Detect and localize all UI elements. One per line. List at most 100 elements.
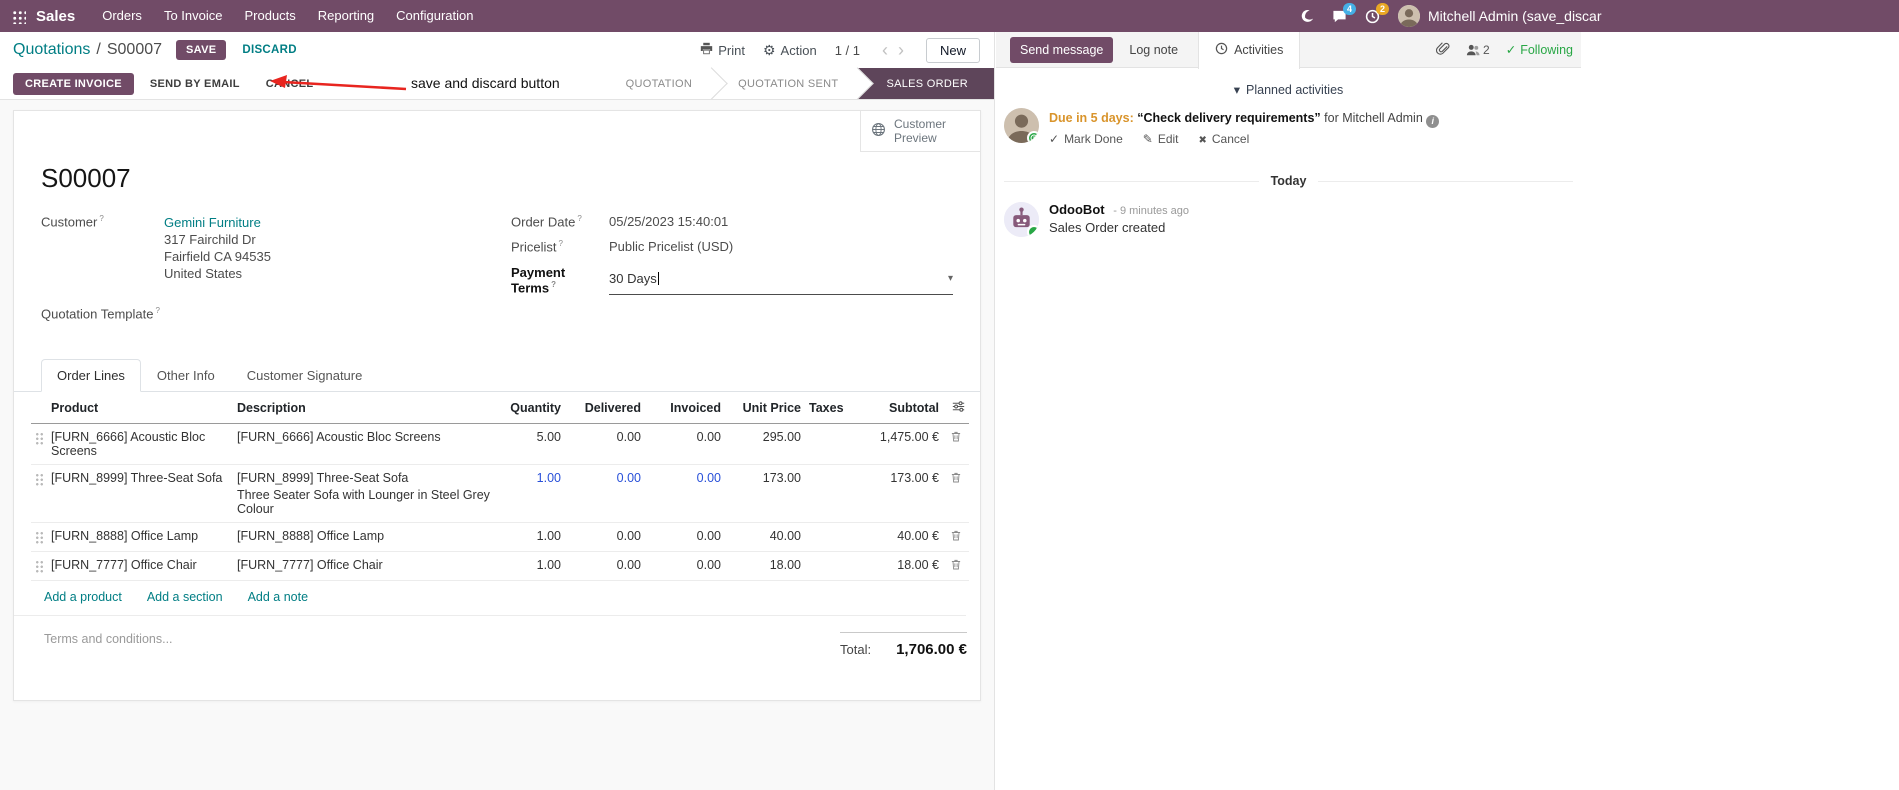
activities-tab[interactable]: Activities [1198,31,1301,69]
drag-handle[interactable] [31,423,47,466]
payment-terms-input[interactable]: 30 Days [609,265,953,295]
field-quotation-template[interactable]: Quotation Template [41,306,511,321]
customer-value[interactable]: Gemini Furniture 317 Fairchild Dr Fairfi… [164,214,271,282]
delete-row-button[interactable] [943,464,969,524]
cell-taxes[interactable] [805,522,865,553]
mark-done-button[interactable]: Mark Done [1049,132,1123,146]
customer-city: Fairfield CA 94535 [164,249,271,264]
add-product-link[interactable]: Add a product [44,590,122,604]
tab-customer-signature[interactable]: Customer Signature [231,359,379,392]
cell-invoiced[interactable]: 0.00 [645,423,725,466]
pager-next-button[interactable] [894,41,908,59]
add-section-link[interactable]: Add a section [147,590,223,604]
header-description: Description [233,392,495,425]
send-message-button[interactable]: Send message [1010,36,1114,63]
tab-order-lines[interactable]: Order Lines [41,359,141,393]
cell-product[interactable]: [FURN_8999] Three-Seat Sofa [47,464,233,524]
print-button[interactable]: Print [700,42,745,58]
header-unit-price: Unit Price [725,392,805,425]
cell-product[interactable]: [FURN_6666] Acoustic Bloc Screens [47,423,233,466]
cell-invoiced[interactable]: 0.00 [645,522,725,553]
delete-row-button[interactable] [943,423,969,466]
menu-orders[interactable]: Orders [91,0,153,32]
cell-product[interactable]: [FURN_7777] Office Chair [47,551,233,582]
followers-button[interactable]: 2 [1466,43,1490,57]
drag-handle[interactable] [31,522,47,553]
cell-quantity[interactable]: 1.00 [495,464,565,524]
activity-summary: “Check delivery requirements” [1137,111,1321,125]
cell-taxes[interactable] [805,551,865,582]
cell-unit-price[interactable]: 173.00 [725,464,805,524]
menu-products[interactable]: Products [233,0,306,32]
pager-previous-button[interactable] [878,41,892,59]
breadcrumb-quotations[interactable]: Quotations [13,41,90,59]
cell-delivered[interactable]: 0.00 [565,551,645,582]
delete-row-button[interactable] [943,522,969,553]
cell-description[interactable]: [FURN_8999] Three-Seat Sofa Three Seater… [233,464,495,524]
cancel-button[interactable]: CANCEL [256,73,324,95]
menu-reporting[interactable]: Reporting [307,0,385,32]
info-icon[interactable] [1426,115,1440,128]
state-sales-order[interactable]: SALES ORDER [858,68,994,99]
cell-invoiced[interactable]: 0.00 [645,464,725,524]
create-invoice-button[interactable]: CREATE INVOICE [13,72,134,95]
cell-unit-price[interactable]: 40.00 [725,522,805,553]
apps-grid-icon[interactable] [11,8,26,24]
terms-conditions-placeholder[interactable]: Terms and conditions... [44,632,173,646]
menu-to-invoice[interactable]: To Invoice [153,0,234,32]
drag-handle[interactable] [31,551,47,582]
cell-unit-price[interactable]: 18.00 [725,551,805,582]
activities-clock-icon[interactable]: 2 [1365,2,1389,24]
edit-activity-button[interactable]: Edit [1143,132,1179,146]
add-note-link[interactable]: Add a note [248,590,308,604]
dark-mode-moon-icon[interactable] [1300,9,1314,23]
tab-other-info[interactable]: Other Info [141,359,231,392]
planned-activities-header[interactable]: Planned activities [996,68,1581,106]
cell-description[interactable]: [FURN_7777] Office Chair [233,551,495,582]
customer-name-link[interactable]: Gemini Furniture [164,214,271,231]
cell-quantity[interactable]: 1.00 [495,522,565,553]
message-header: OdooBot - 9 minutes ago [1049,202,1189,217]
odoobot-online-badge [1027,225,1039,237]
drag-handle[interactable] [31,464,47,524]
save-button[interactable]: SAVE [176,40,227,60]
cell-taxes[interactable] [805,464,865,524]
cell-invoiced[interactable]: 0.00 [645,551,725,582]
customer-preview-button[interactable]: Customer Preview [860,111,980,152]
cell-delivered[interactable]: 0.00 [565,522,645,553]
attach-files-button[interactable] [1435,41,1450,58]
cancel-activity-button[interactable]: Cancel [1199,132,1249,146]
order-date-value[interactable]: 05/25/2023 15:40:01 [609,214,728,229]
top-navbar: Sales Orders To Invoice Products Reporti… [0,0,1899,32]
cell-description[interactable]: [FURN_8888] Office Lamp [233,522,495,553]
message-author[interactable]: OdooBot [1049,202,1105,217]
chevron-down-icon[interactable] [948,273,953,284]
optional-columns-icon[interactable] [943,392,969,425]
new-button[interactable]: New [925,37,980,63]
cell-delivered[interactable]: 0.00 [565,464,645,524]
divider-line [1318,180,1574,182]
state-quotation[interactable]: QUOTATION [609,68,713,99]
delete-row-button[interactable] [943,551,969,582]
discard-button[interactable]: DISCARD [234,40,305,60]
cell-quantity[interactable]: 1.00 [495,551,565,582]
cell-taxes[interactable] [805,423,865,466]
action-button[interactable]: Action [763,42,817,59]
log-note-button[interactable]: Log note [1119,37,1188,63]
activity-line: Due in 5 days: “Check delivery requireme… [1049,110,1440,128]
following-button[interactable]: Following [1506,42,1573,57]
user-menu[interactable]: Mitchell Admin (save_discar [1398,5,1602,27]
state-quotation-sent[interactable]: QUOTATION SENT [712,68,859,99]
cell-product[interactable]: [FURN_8888] Office Lamp [47,522,233,553]
app-title[interactable]: Sales [36,8,75,25]
header-delivered: Delivered [565,392,645,425]
cell-quantity[interactable]: 5.00 [495,423,565,466]
activity-item: Due in 5 days: “Check delivery requireme… [996,106,1581,148]
cell-description[interactable]: [FURN_6666] Acoustic Bloc Screens [233,423,495,466]
messages-icon[interactable]: 4 [1332,2,1356,24]
menu-configuration[interactable]: Configuration [385,0,484,32]
cell-unit-price[interactable]: 295.00 [725,423,805,466]
pricelist-value[interactable]: Public Pricelist (USD) [609,239,733,254]
cell-delivered[interactable]: 0.00 [565,423,645,466]
send-by-email-button[interactable]: SEND BY EMAIL [140,73,250,95]
